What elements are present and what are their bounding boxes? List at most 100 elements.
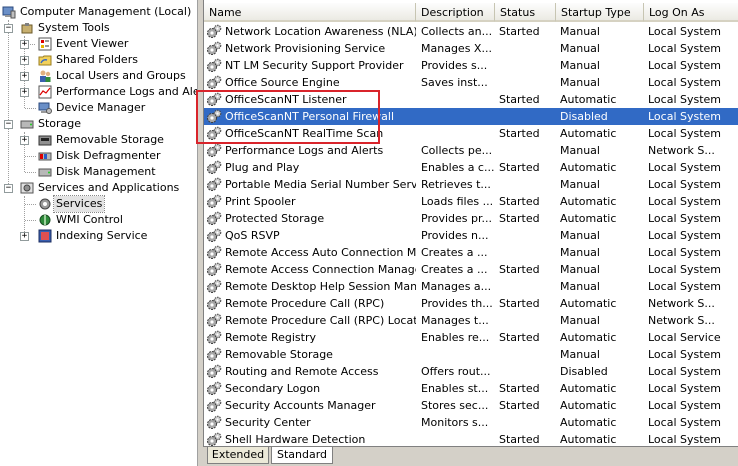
expand-toggle[interactable]: + <box>20 232 29 241</box>
service-row[interactable]: QoS RSVP Provides n... Manual Local System <box>204 227 738 244</box>
tree-item-local-users[interactable]: + Local Users and Groups <box>0 68 197 84</box>
tree-item-services[interactable]: Services <box>0 195 197 213</box>
services-gear-icon <box>39 198 51 210</box>
tree-item-storage[interactable]: − Storage <box>0 116 197 132</box>
service-row[interactable]: Remote Procedure Call (RPC) Locator Manag… <box>204 312 738 329</box>
tab-extended[interactable]: Extended <box>207 447 269 464</box>
service-row[interactable]: OfficeScanNT Listener Started Automatic Loc… <box>204 91 738 108</box>
service-gear-icon <box>207 126 222 140</box>
column-header-name[interactable]: Name <box>204 3 416 22</box>
service-name: OfficeScanNT Listener <box>225 93 347 106</box>
tree-connector-line <box>25 204 36 205</box>
service-status: Started <box>499 127 540 140</box>
tree-item-wmi-control[interactable]: WMI Control <box>0 212 197 228</box>
service-status <box>498 176 556 193</box>
tree-item-disk-defragmenter[interactable]: Disk Defragmenter <box>0 148 197 164</box>
service-gear-icon <box>207 364 222 378</box>
service-gear-icon <box>207 381 222 395</box>
service-row[interactable]: Performance Logs and Alerts Collects pe..… <box>204 142 738 159</box>
service-row[interactable]: NT LM Security Support Provider Provides … <box>204 57 738 74</box>
storage-icon <box>20 120 34 129</box>
service-status <box>498 346 556 363</box>
tree-item-performance-logs[interactable]: + Performance Logs and Alerts <box>0 84 198 100</box>
service-name: Remote Access Auto Connection Ma... <box>225 246 416 259</box>
service-startup-type: Manual <box>560 59 600 72</box>
service-startup-type: Automatic <box>560 297 617 310</box>
collapse-toggle[interactable]: − <box>4 24 13 33</box>
collapse-toggle[interactable]: − <box>4 184 13 193</box>
event-viewer-icon <box>38 37 52 51</box>
service-startup-type: Manual <box>560 229 600 242</box>
tree-item-indexing-service[interactable]: + Indexing Service <box>0 228 197 244</box>
service-row[interactable]: Remote Procedure Call (RPC) Provides th..… <box>204 295 738 312</box>
service-description: Enables st... <box>421 382 489 395</box>
service-description: Provides s... <box>421 59 488 72</box>
service-row[interactable]: Remote Access Auto Connection Ma... Creat… <box>204 244 738 261</box>
tree-item-event-viewer[interactable]: + Event Viewer <box>0 36 197 52</box>
service-row[interactable]: Secondary Logon Enables st... Started Autom… <box>204 380 738 397</box>
tree-item-label: Performance Logs and Alerts <box>56 85 198 98</box>
service-row[interactable]: Removable Storage Manual Local System <box>204 346 738 363</box>
tree-item-device-manager[interactable]: Device Manager <box>0 100 197 116</box>
service-log-on-as: Local System <box>648 127 722 140</box>
service-description: Enables a c... <box>421 161 495 174</box>
service-description <box>420 91 495 108</box>
column-header-log-on-as[interactable]: Log On As <box>644 3 738 22</box>
service-row[interactable]: Portable Media Serial Number Service Retr… <box>204 176 738 193</box>
service-row[interactable]: Security Accounts Manager Stores sec... St… <box>204 397 738 414</box>
service-log-on-as: Local System <box>648 348 722 361</box>
service-row[interactable]: Print Spooler Loads files ... Started Autom… <box>204 193 738 210</box>
service-gear-icon <box>207 296 222 310</box>
expand-toggle[interactable]: + <box>20 88 29 97</box>
service-gear-icon <box>207 92 222 106</box>
expand-toggle[interactable]: + <box>20 40 29 49</box>
tree-item-services-and-applications[interactable]: − Services and Applications <box>0 180 197 196</box>
tree-connector-line <box>25 172 36 173</box>
tree-item-shared-folders[interactable]: + Shared Folders <box>0 52 197 68</box>
service-row[interactable]: Protected Storage Provides pr... Started Au… <box>204 210 738 227</box>
column-header-status[interactable]: Status <box>495 3 556 22</box>
tree-item-label: Device Manager <box>56 101 146 114</box>
service-status: Started <box>499 331 540 344</box>
service-row[interactable]: Remote Access Connection Manager Creates … <box>204 261 738 278</box>
service-startup-type: Manual <box>560 25 600 38</box>
service-name: Security Accounts Manager <box>225 399 376 412</box>
service-status: Started <box>499 25 540 38</box>
service-description: Provides pr... <box>421 212 492 225</box>
expand-toggle[interactable]: + <box>20 72 29 81</box>
service-row[interactable]: Remote Registry Enables re... Started Autom… <box>204 329 738 346</box>
service-name: Performance Logs and Alerts <box>225 144 384 157</box>
service-row[interactable]: Office Source Engine Saves inst... Manual L… <box>204 74 738 91</box>
tree-item-system-tools[interactable]: − System Tools <box>0 20 197 36</box>
service-row[interactable]: Network Location Awareness (NLA) Collects… <box>204 23 738 40</box>
console-tree[interactable]: Computer Management (Local) − System Too… <box>0 0 198 466</box>
service-row[interactable]: OfficeScanNT RealTime Scan Started Automat… <box>204 125 738 142</box>
service-row[interactable]: Security Center Monitors s... Automatic Loc… <box>204 414 738 431</box>
tree-item-label: Indexing Service <box>56 229 148 242</box>
services-list[interactable]: Name Description Status Startup Type Log… <box>203 0 738 466</box>
service-name: Secondary Logon <box>225 382 321 395</box>
expand-toggle[interactable]: + <box>20 56 29 65</box>
tree-item-label: Removable Storage <box>56 133 164 146</box>
tab-standard[interactable]: Standard <box>271 447 333 464</box>
service-row[interactable]: Plug and Play Enables a c... Started Automa… <box>204 159 738 176</box>
service-row[interactable]: Routing and Remote Access Offers rout... D… <box>204 363 738 380</box>
service-gear-icon <box>207 211 222 225</box>
column-header-startup-type[interactable]: Startup Type <box>556 3 644 22</box>
service-status <box>498 142 556 159</box>
service-log-on-as: Network S... <box>648 314 715 327</box>
expand-toggle[interactable]: + <box>20 136 29 145</box>
tree-item-label: Services <box>52 195 106 213</box>
service-description: Offers rout... <box>421 365 491 378</box>
tree-item-disk-management[interactable]: Disk Management <box>0 164 197 180</box>
service-description: Collects an... <box>421 25 493 38</box>
tree-item-removable-storage[interactable]: + Removable Storage <box>0 132 197 148</box>
collapse-toggle[interactable]: − <box>4 120 13 129</box>
service-row[interactable]: Network Provisioning Service Manages X...… <box>204 40 738 57</box>
service-log-on-as: Local System <box>648 280 722 293</box>
service-startup-type: Disabled <box>560 110 608 123</box>
service-row[interactable]: Remote Desktop Help Session Manager Manag… <box>204 278 738 295</box>
service-row[interactable]: OfficeScanNT Personal Firewall Disabled Lo… <box>204 108 738 125</box>
column-header-description[interactable]: Description <box>416 3 495 22</box>
service-name: NT LM Security Support Provider <box>225 59 404 72</box>
